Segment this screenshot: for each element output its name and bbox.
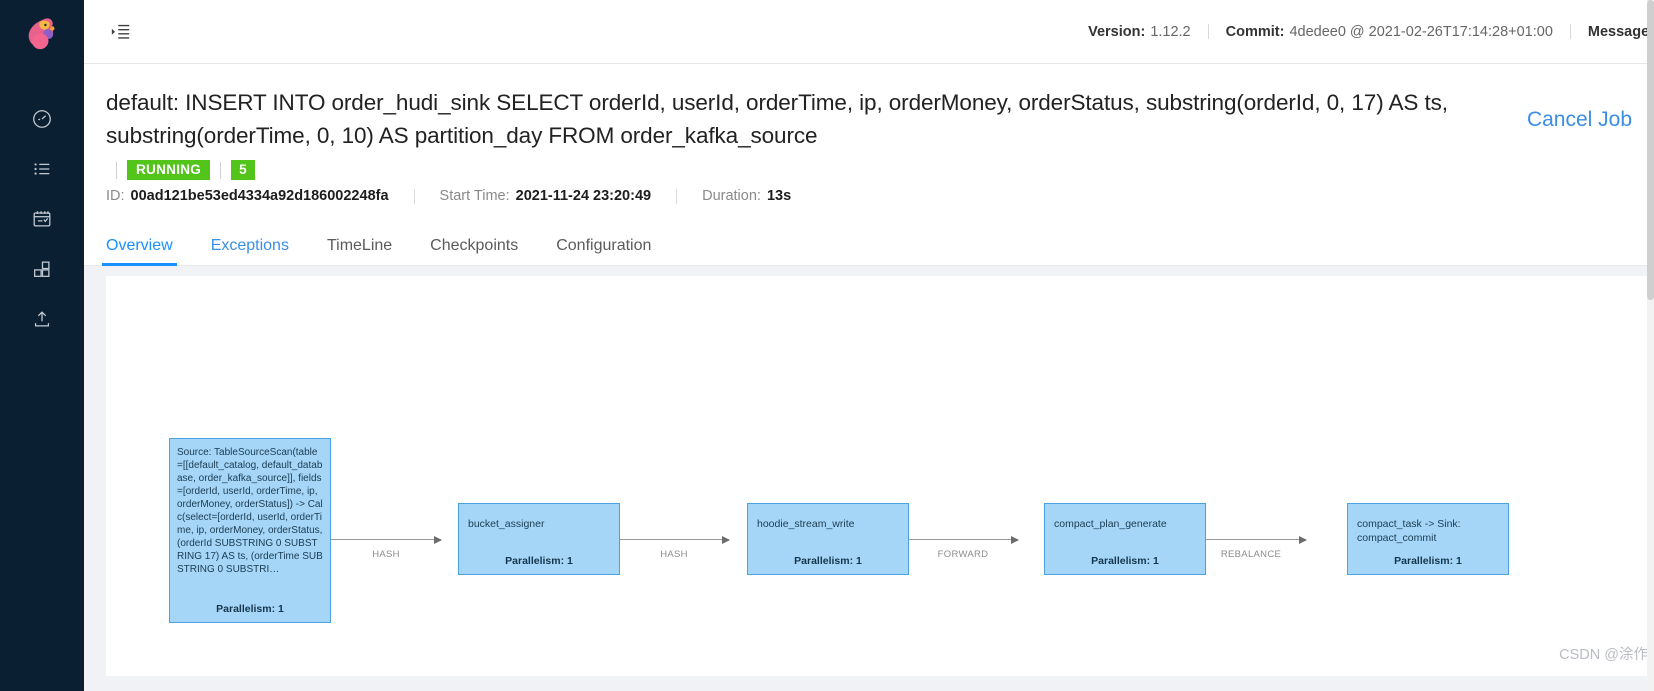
- divider: [413, 188, 415, 204]
- node-parallelism: Parallelism: 1: [1091, 555, 1159, 567]
- job-graph-panel: HASH HASH FORWARD REBALANCE Source: Tabl…: [84, 266, 1654, 691]
- edge-hoodie-stream-write-to-compact-plan-generate: FORWARD: [908, 535, 1019, 560]
- node-label: Source: TableSourceScan(table=[[default_…: [177, 447, 323, 575]
- arrow-head-icon: [722, 535, 730, 544]
- sidebar-item-submit-new-job[interactable]: [0, 294, 84, 344]
- tab-exceptions[interactable]: Exceptions: [211, 237, 289, 265]
- graph-node-compact-task-sink[interactable]: compact_task -> Sink: compact_commit Par…: [1347, 503, 1509, 575]
- flink-web-ui: Version: 1.12.2 Commit: 4dedee0 @ 2021-0…: [0, 0, 1654, 691]
- upload-icon: [34, 311, 50, 327]
- version-label: Version:: [1088, 23, 1146, 40]
- task-count-badge: 5: [231, 160, 255, 180]
- job-badges: RUNNING 5: [84, 158, 1654, 182]
- squirrel-icon: [28, 18, 55, 50]
- blocks-icon: [34, 261, 50, 277]
- status-badge: RUNNING: [127, 160, 211, 180]
- sidebar-nav: [0, 94, 84, 344]
- menu-collapse-icon: [111, 24, 130, 39]
- job-header: default: INSERT INTO order_hudi_sink SEL…: [84, 64, 1654, 266]
- top-bar: Version: 1.12.2 Commit: 4dedee0 @ 2021-0…: [84, 0, 1654, 64]
- duration-label: Duration:: [702, 188, 761, 204]
- divider: [116, 161, 117, 179]
- tab-checkpoints[interactable]: Checkpoints: [430, 237, 518, 265]
- divider: [220, 161, 222, 179]
- divider: [676, 188, 678, 204]
- sidebar-item-jobs[interactable]: [0, 144, 84, 194]
- edge-bucket-assigner-to-hoodie-stream-write: HASH: [619, 535, 730, 560]
- graph-node-bucket-assigner[interactable]: bucket_assigner Parallelism: 1: [458, 503, 620, 575]
- divider: [1207, 24, 1209, 39]
- calendar-check-icon: [33, 211, 51, 227]
- watermark: CSDN @涂作权的博客: [1559, 647, 1654, 663]
- node-parallelism: Parallelism: 1: [1394, 555, 1462, 567]
- edge-compact-plan-generate-to-compact-task-sink: REBALANCE: [1196, 535, 1307, 560]
- sidebar-item-overview[interactable]: [0, 94, 84, 144]
- sidebar-collapse-button[interactable]: [106, 17, 136, 47]
- node-parallelism: Parallelism: 1: [794, 555, 862, 567]
- edge-label: REBALANCE: [1220, 549, 1282, 560]
- version-value: 1.12.2: [1150, 23, 1191, 40]
- job-graph-canvas[interactable]: HASH HASH FORWARD REBALANCE Source: Tabl…: [106, 276, 1654, 676]
- edge-label: HASH: [372, 549, 400, 560]
- dashboard-gauge-icon: [33, 110, 51, 128]
- page-scrollbar-thumb[interactable]: [1647, 0, 1654, 300]
- graph-node-hoodie-stream-write[interactable]: hoodie_stream_write Parallelism: 1: [747, 503, 909, 575]
- node-label: bucket_assigner: [468, 518, 545, 530]
- node-label: compact_plan_generate: [1054, 518, 1167, 530]
- commit-value: 4dedee0 @ 2021-02-26T17:14:28+01:00: [1289, 23, 1553, 40]
- edge-label: FORWARD: [937, 549, 989, 560]
- duration-value: 13s: [766, 188, 792, 204]
- list-icon: [34, 163, 50, 175]
- arrow-head-icon: [434, 535, 442, 544]
- job-id-label: ID:: [106, 188, 125, 204]
- sidebar-item-job-manager[interactable]: [0, 244, 84, 294]
- divider: [1569, 24, 1571, 39]
- tab-configuration[interactable]: Configuration: [556, 237, 651, 265]
- job-id-value: 00ad121be53ed4334a92d186002248fa: [130, 188, 389, 204]
- edge-label: HASH: [660, 549, 688, 560]
- graph-node-compact-plan-generate[interactable]: compact_plan_generate Parallelism: 1: [1044, 503, 1206, 575]
- commit-label: Commit:: [1225, 23, 1285, 40]
- sidebar: [0, 0, 84, 691]
- cancel-job-button[interactable]: Cancel Job: [1527, 108, 1632, 132]
- sidebar-item-task-managers[interactable]: [0, 194, 84, 244]
- tab-overview[interactable]: Overview: [102, 237, 177, 266]
- message-label: Message:: [1587, 23, 1654, 40]
- tab-timeline[interactable]: TimeLine: [327, 237, 392, 265]
- start-time-value: 2021-11-24 23:20:49: [515, 188, 652, 204]
- node-parallelism: Parallelism: 1: [216, 603, 284, 615]
- node-label: hoodie_stream_write: [757, 518, 855, 530]
- page-scrollbar[interactable]: [1647, 0, 1654, 691]
- flink-logo[interactable]: [0, 4, 84, 68]
- arrow-head-icon: [1299, 535, 1307, 544]
- arrow-head-icon: [1011, 535, 1019, 544]
- build-info: Version: 1.12.2 Commit: 4dedee0 @ 2021-0…: [1088, 24, 1654, 40]
- job-meta: ID: 00ad121be53ed4334a92d186002248fa Sta…: [84, 188, 1654, 204]
- main-content: Version: 1.12.2 Commit: 4dedee0 @ 2021-0…: [84, 0, 1654, 691]
- graph-node-source[interactable]: Source: TableSourceScan(table=[[default_…: [169, 438, 331, 623]
- start-time-label: Start Time:: [439, 188, 510, 204]
- node-label: compact_task -> Sink: compact_commit: [1357, 518, 1461, 544]
- edge-source-to-bucket-assigner: HASH: [331, 535, 442, 560]
- job-tabs: Overview Exceptions TimeLine Checkpoints…: [84, 224, 1654, 266]
- page-title: default: INSERT INTO order_hudi_sink SEL…: [106, 90, 1448, 148]
- node-parallelism: Parallelism: 1: [505, 555, 573, 567]
